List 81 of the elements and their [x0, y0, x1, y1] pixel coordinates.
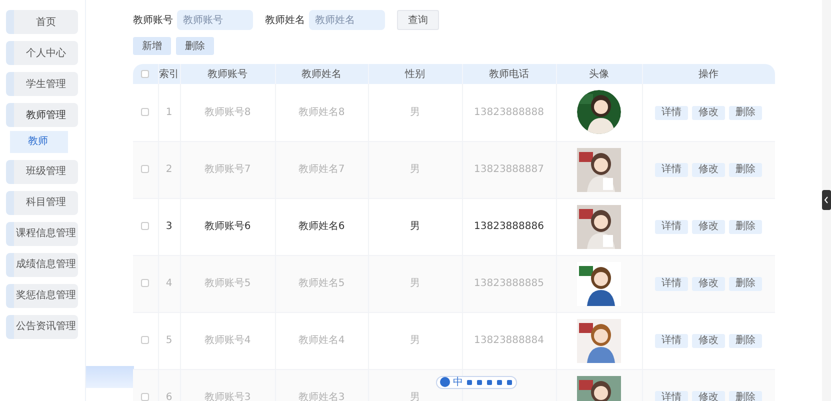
- add-button[interactable]: 新增: [133, 37, 171, 55]
- detail-button[interactable]: 详情: [655, 391, 688, 401]
- scrollbar[interactable]: [822, 0, 831, 401]
- table-cell: 3: [166, 221, 172, 232]
- table-cell: 男: [410, 278, 420, 289]
- delete-button[interactable]: 删除: [176, 37, 214, 55]
- detail-button[interactable]: 详情: [655, 220, 688, 234]
- edit-button[interactable]: 修改: [692, 163, 725, 177]
- row-checkbox[interactable]: [141, 222, 150, 230]
- column-header: 索引: [158, 64, 180, 84]
- table-cell: 教师账号4: [204, 335, 251, 346]
- column-header: 教师电话: [462, 64, 556, 84]
- row-checkbox[interactable]: [141, 336, 150, 344]
- detail-button[interactable]: 详情: [655, 106, 688, 120]
- edit-button[interactable]: 修改: [692, 334, 725, 348]
- table-cell: 2: [166, 164, 172, 175]
- search-button[interactable]: 查询: [397, 10, 439, 30]
- column-header: 教师姓名: [275, 64, 368, 84]
- delete-button[interactable]: 删除: [729, 334, 762, 348]
- delete-button[interactable]: 删除: [729, 106, 762, 120]
- ime-logo-icon[interactable]: [440, 375, 450, 390]
- field-label: 教师账号: [133, 14, 173, 28]
- table-cell: 男: [410, 106, 420, 118]
- table-cell: 教师姓名8: [298, 106, 345, 118]
- table-cell: 13823888887: [474, 164, 544, 175]
- column-header: 头像: [556, 64, 642, 84]
- table-cell: 男: [410, 392, 420, 401]
- sidebar-item[interactable]: 课程信息管理: [6, 222, 78, 246]
- table-cell: 男: [410, 221, 420, 232]
- detail-button[interactable]: 详情: [655, 334, 688, 348]
- sidebar-item[interactable]: 个人中心: [6, 41, 78, 65]
- collapse-tab[interactable]: [822, 190, 831, 210]
- table-cell: 教师姓名6: [298, 221, 345, 232]
- detail-button[interactable]: 详情: [655, 163, 688, 177]
- column-header: 教师账号: [180, 64, 275, 84]
- delete-button[interactable]: 删除: [729, 163, 762, 177]
- table-cell: 教师账号8: [204, 106, 251, 118]
- table-cell: 1: [166, 106, 172, 118]
- sidebar-item[interactable]: 成绩信息管理: [6, 252, 78, 276]
- column-header: 性别: [368, 64, 462, 84]
- table-cell: 6: [166, 392, 172, 401]
- column-header: 操作: [642, 64, 775, 84]
- ime-mode[interactable]: 中: [453, 375, 463, 390]
- edit-button[interactable]: 修改: [692, 277, 725, 291]
- row-checkbox[interactable]: [141, 165, 150, 174]
- table-cell: 13823888884: [474, 335, 544, 346]
- row-checkbox[interactable]: [141, 279, 150, 288]
- table-cell: 男: [410, 335, 420, 346]
- ime-toolbar[interactable]: 中: [436, 376, 517, 389]
- table-cell: 男: [410, 164, 420, 175]
- table-cell: 13823888886: [474, 221, 544, 232]
- delete-button[interactable]: 删除: [729, 220, 762, 234]
- table-cell: 教师姓名4: [298, 335, 345, 346]
- sidebar-item[interactable]: 学生管理: [6, 72, 78, 96]
- sidebar-item[interactable]: 公告资讯管理: [6, 314, 78, 338]
- sidebar-item[interactable]: 班级管理: [6, 160, 78, 184]
- select-all-checkbox[interactable]: [141, 70, 150, 78]
- table-cell: 教师姓名5: [298, 278, 345, 289]
- table-cell: 教师姓名7: [298, 164, 345, 175]
- row-checkbox[interactable]: [141, 108, 150, 116]
- detail-button[interactable]: 详情: [655, 277, 688, 291]
- row-checkbox[interactable]: [141, 393, 150, 401]
- table-cell: 教师账号6: [204, 221, 251, 232]
- table-cell: 5: [166, 335, 172, 346]
- table-cell: 教师账号7: [204, 164, 251, 175]
- sidebar-item[interactable]: 奖惩信息管理: [6, 284, 78, 308]
- table-cell: 4: [166, 278, 172, 289]
- table-cell: 13823888885: [474, 278, 544, 289]
- edit-button[interactable]: 修改: [692, 220, 725, 234]
- table-cell: 13823888888: [474, 106, 544, 118]
- search-field[interactable]: 教师账号: [177, 10, 253, 30]
- field-label: 教师姓名: [265, 14, 305, 28]
- sidebar-item[interactable]: 科目管理: [6, 190, 78, 214]
- table-cell: 教师账号5: [204, 278, 251, 289]
- decor-band: [86, 366, 134, 388]
- search-field[interactable]: 教师姓名: [309, 10, 385, 30]
- sidebar-item[interactable]: 首页: [6, 10, 78, 34]
- delete-button[interactable]: 删除: [729, 277, 762, 291]
- sidebar-item[interactable]: 教师管理: [6, 103, 78, 127]
- edit-button[interactable]: 修改: [692, 106, 725, 120]
- sidebar-subitem[interactable]: 教师: [10, 130, 68, 152]
